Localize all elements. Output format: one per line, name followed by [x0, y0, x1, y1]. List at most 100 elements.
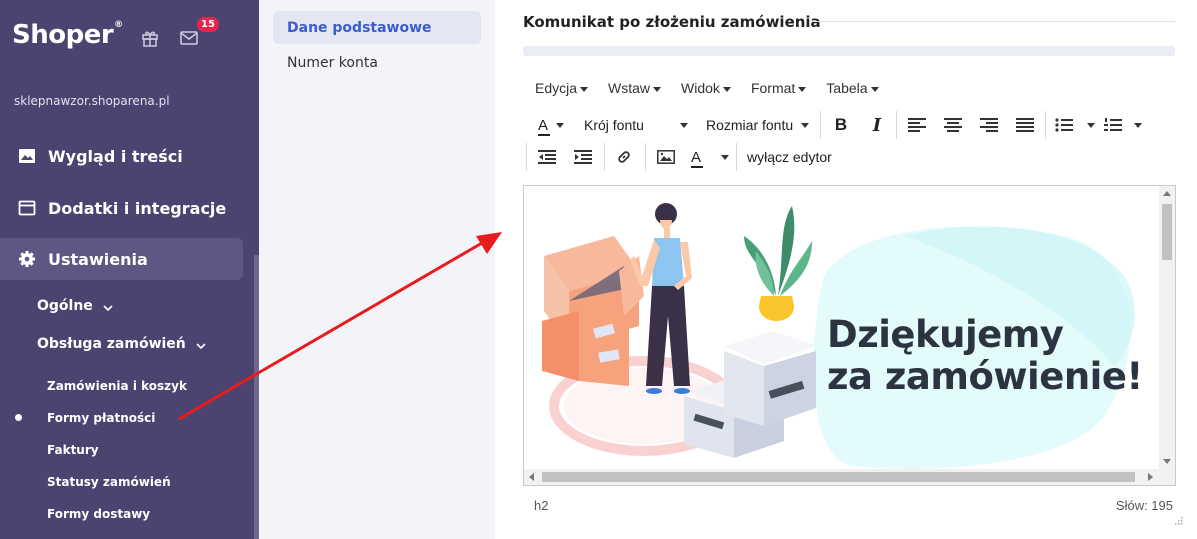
- menu-label: Widok: [681, 80, 720, 96]
- chevron-down-icon: [196, 339, 206, 350]
- scroll-left-icon[interactable]: [529, 473, 534, 481]
- logo-text: Shoper: [12, 20, 114, 50]
- toolbar-separator: [526, 143, 527, 171]
- disable-editor-button[interactable]: wyłącz edytor: [747, 145, 832, 169]
- align-right-icon[interactable]: [979, 113, 999, 137]
- bullet-list-button[interactable]: [1055, 113, 1095, 137]
- logo-mark: ®: [114, 20, 123, 30]
- sidebar-item-label: Ustawienia: [48, 249, 148, 269]
- highlight-icon: A: [691, 148, 703, 168]
- sidebar: Shoper® 15 sklepnawzor.shoparena.pl Wygl…: [0, 0, 259, 539]
- menu-table[interactable]: Tabela: [826, 80, 879, 96]
- toolbar-separator: [820, 111, 821, 139]
- font-family-label: Krój fontu: [584, 117, 644, 133]
- sidebar-link-shipping-methods[interactable]: Formy dostawy: [47, 507, 150, 521]
- insert-image-icon[interactable]: [655, 145, 677, 169]
- menu-label: Edycja: [535, 80, 578, 96]
- sidebar-item-settings[interactable]: Ustawienia: [0, 238, 243, 280]
- caret-icon: [653, 86, 662, 92]
- notification-badge: 15: [197, 17, 219, 32]
- caret-icon: [722, 86, 731, 92]
- font-color-icon: A: [537, 116, 550, 136]
- link-icon[interactable]: [614, 145, 634, 169]
- menu-edit[interactable]: Edycja: [535, 80, 589, 96]
- sidebar-sub-label: Ogólne: [37, 298, 93, 314]
- font-color-button[interactable]: A: [531, 113, 571, 137]
- sidebar-link-payment-methods[interactable]: Formy płatności: [47, 411, 155, 425]
- browser-icon: [18, 199, 36, 217]
- resize-grip-icon[interactable]: [1173, 512, 1183, 525]
- align-left-icon[interactable]: [907, 113, 927, 137]
- caret-icon: [556, 122, 564, 128]
- shop-url[interactable]: sklepnawzor.shoparena.pl: [14, 94, 170, 108]
- caret-icon: [580, 86, 589, 92]
- font-color-glyph: A: [537, 116, 548, 134]
- caret-icon: [801, 122, 809, 128]
- toolbar-separator: [604, 143, 605, 171]
- scroll-down-icon[interactable]: [1163, 459, 1171, 464]
- sidebar-link-order-statuses[interactable]: Statusy zamówień: [47, 475, 171, 489]
- secondary-nav: Dane podstawowe Numer konta: [259, 0, 495, 539]
- sidebar-item-label: Dodatki i integracje: [48, 198, 227, 218]
- align-justify-icon[interactable]: [1015, 113, 1035, 137]
- highlight-glyph: A: [691, 148, 702, 166]
- tab-basic-data[interactable]: Dane podstawowe: [273, 11, 481, 44]
- caret-icon: [1087, 122, 1095, 128]
- element-path[interactable]: h2: [534, 498, 548, 513]
- gift-icon[interactable]: [140, 28, 160, 48]
- chevron-down-icon: [103, 301, 113, 312]
- font-size-label: Rozmiar fontu: [706, 117, 794, 133]
- toolbar-separator: [736, 143, 737, 171]
- caret-icon: [680, 122, 688, 128]
- numbered-list-icon: [1104, 118, 1122, 132]
- background-color-button[interactable]: A: [691, 145, 729, 169]
- bold-button[interactable]: B: [831, 113, 851, 137]
- align-center-icon[interactable]: [943, 113, 963, 137]
- toolbar-separator: [645, 143, 646, 171]
- scroll-right-icon[interactable]: [1148, 473, 1153, 481]
- section-title: Komunikat po złożeniu zamówienia: [523, 13, 821, 31]
- word-count: Słów: 195: [1115, 498, 1173, 513]
- active-dot: [15, 414, 22, 421]
- sidebar-item-addons[interactable]: Dodatki i integracje: [0, 187, 243, 229]
- main-content: Komunikat po złożeniu zamówienia Edycja …: [495, 0, 1197, 539]
- placeholder-bar: [523, 46, 1175, 56]
- editor-horizontal-scrollbar[interactable]: [524, 469, 1175, 485]
- menu-view[interactable]: Widok: [681, 80, 731, 96]
- caret-icon: [870, 86, 879, 92]
- scroll-up-icon[interactable]: [1163, 191, 1171, 196]
- outdent-icon[interactable]: [537, 145, 557, 169]
- sidebar-sub-general[interactable]: Ogólne: [37, 298, 113, 314]
- scrollbar-thumb[interactable]: [1162, 204, 1172, 260]
- menu-insert[interactable]: Wstaw: [608, 80, 662, 96]
- font-family-select[interactable]: Krój fontu: [584, 113, 688, 137]
- caret-icon: [1134, 122, 1142, 128]
- shoper-logo[interactable]: Shoper®: [12, 20, 123, 50]
- menu-format[interactable]: Format: [750, 80, 807, 96]
- mail-icon[interactable]: [179, 28, 199, 48]
- toolbar-separator: [896, 111, 897, 139]
- caret-icon: [798, 86, 807, 92]
- scrollbar-thumb[interactable]: [542, 472, 1135, 482]
- bullet-list-icon: [1055, 118, 1073, 132]
- divider: [813, 21, 1175, 22]
- sidebar-sub-label: Obsługa zamówień: [37, 336, 186, 352]
- editor-content-area[interactable]: Dziękujemy za zamówienie!: [523, 185, 1176, 486]
- sidebar-sub-order-handling[interactable]: Obsługa zamówień: [37, 336, 206, 352]
- thank-you-heading: Dziękujemy za zamówienie!: [827, 314, 1143, 398]
- tab-account-number[interactable]: Numer konta: [273, 46, 481, 79]
- editor-vertical-scrollbar[interactable]: [1159, 186, 1175, 470]
- sidebar-link-orders-cart[interactable]: Zamówienia i koszyk: [47, 379, 187, 393]
- image-icon: [18, 147, 36, 165]
- font-size-select[interactable]: Rozmiar fontu: [706, 113, 809, 137]
- italic-button[interactable]: I: [867, 113, 887, 137]
- sidebar-link-invoices[interactable]: Faktury: [47, 443, 99, 457]
- toolbar-separator: [1045, 111, 1046, 139]
- sidebar-item-label: Wygląd i treści: [48, 146, 183, 166]
- menu-label: Format: [750, 80, 796, 96]
- indent-icon[interactable]: [573, 145, 593, 169]
- sidebar-item-appearance[interactable]: Wygląd i treści: [0, 135, 243, 177]
- editor-menubar: Edycja Wstaw Widok Format Tabela: [535, 80, 879, 96]
- thank-you-line-2: za zamówienie!: [827, 355, 1143, 398]
- numbered-list-button[interactable]: [1104, 113, 1142, 137]
